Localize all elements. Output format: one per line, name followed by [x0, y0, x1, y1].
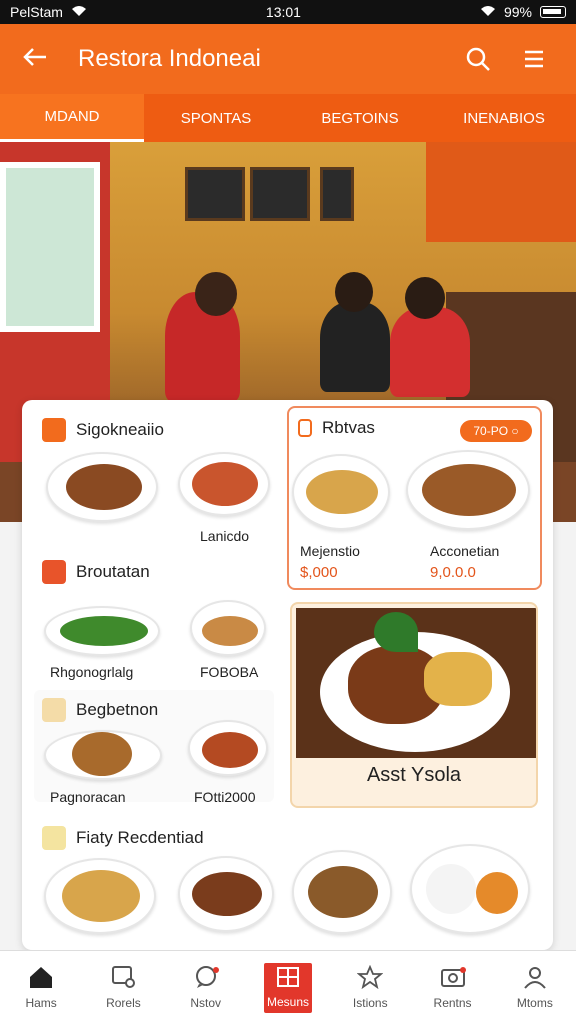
tag-icon	[298, 419, 312, 437]
plane-icon	[42, 418, 66, 442]
nav-chat[interactable]: Nstov	[165, 951, 247, 1024]
dish-label: FOBOBA	[200, 664, 259, 680]
star-icon	[356, 964, 384, 992]
dish-image[interactable]	[44, 858, 156, 934]
dish-price: 9,0.0.0	[430, 564, 476, 581]
dish-image[interactable]	[410, 844, 530, 934]
dish-image[interactable]	[292, 850, 392, 934]
dish-image[interactable]	[44, 606, 160, 656]
featured-dish-photo	[296, 608, 536, 758]
app-bar: Restora Indoneai	[0, 24, 576, 94]
nav-label: Hams	[25, 996, 57, 1010]
dish-label: Pagnoracan	[50, 789, 126, 805]
notification-dot	[459, 967, 466, 973]
home-icon	[28, 965, 54, 992]
dish-image[interactable]	[178, 856, 274, 932]
category-tabs: MDAND SPONTAS BEGTOINS INENABIOS	[0, 94, 576, 142]
nav-home[interactable]: Hams	[0, 951, 82, 1024]
nav-profile[interactable]: Mtoms	[494, 951, 576, 1024]
dish-label: FOtti2000	[194, 789, 256, 805]
dish-image[interactable]	[406, 450, 530, 530]
section-title: Sigokneaiio	[76, 420, 164, 439]
dish-image[interactable]	[190, 600, 266, 656]
dish-image[interactable]	[44, 730, 162, 780]
featured-dish-card[interactable]: Asst Ysola	[290, 602, 538, 808]
nav-label: Istions	[352, 996, 388, 1010]
dish-label: Acconetian	[430, 543, 500, 559]
page-title: Restora Indoneai	[78, 45, 261, 72]
status-badge: 70-PO ○	[460, 420, 532, 442]
tab-mdand[interactable]: MDAND	[0, 94, 144, 142]
nav-stations[interactable]: Istions	[329, 951, 411, 1024]
category-icon	[42, 698, 66, 722]
dish-image[interactable]	[178, 452, 270, 516]
section-title: Rbtvas	[322, 418, 375, 437]
nav-label: Nstov	[190, 996, 222, 1010]
profile-icon	[522, 965, 548, 992]
orders-icon	[110, 965, 136, 992]
section-header: Broutatan	[42, 560, 150, 584]
section-title: Fiaty Recdentiad	[76, 828, 204, 847]
tab-spontas[interactable]: SPONTAS	[144, 94, 288, 142]
section-title: Broutatan	[76, 562, 150, 581]
search-icon[interactable]	[458, 39, 498, 79]
clock: 13:01	[265, 4, 301, 20]
nav-menus[interactable]: Mesuns	[247, 951, 329, 1024]
back-arrow-icon[interactable]	[22, 43, 62, 75]
section-header: Fiaty Recdentiad	[42, 826, 204, 850]
menu-card: Sigokneaiio Lanicdo Rbtvas 70-PO ○ Mejen…	[22, 400, 553, 950]
nav-label: Mesuns	[266, 995, 309, 1009]
nav-active-indicator: Mesuns	[263, 962, 312, 1013]
notification-dot	[212, 967, 219, 973]
dish-image[interactable]	[46, 452, 158, 522]
category-icon	[42, 826, 66, 850]
nav-camera[interactable]: Rentns	[411, 951, 493, 1024]
battery-icon	[540, 6, 566, 18]
menu-icon[interactable]	[514, 39, 554, 79]
section-header: Sigokneaiio	[42, 418, 164, 442]
category-icon	[42, 560, 66, 584]
bottom-nav: Hams Rorels Nstov Mesuns Istions Rentns …	[0, 950, 576, 1024]
section-header: Begbetnon	[42, 698, 158, 722]
dish-image[interactable]	[292, 454, 390, 530]
dish-price: $,000	[300, 564, 338, 581]
nav-label: Rentns	[433, 996, 472, 1010]
status-bar: PelStam 13:01 99%	[0, 0, 576, 24]
featured-dish-name: Asst Ysola	[366, 764, 462, 786]
signal-icon	[480, 4, 496, 20]
dish-label: Rhgonogrlalg	[50, 664, 134, 680]
wifi-icon	[71, 4, 87, 20]
tab-inenabios[interactable]: INENABIOS	[432, 94, 576, 142]
dish-image[interactable]	[188, 720, 268, 776]
nav-label: Rorels	[106, 996, 141, 1010]
carrier-label: PelStam	[10, 4, 63, 20]
dish-label: Mejenstio	[300, 543, 360, 559]
section-header: Rbtvas	[298, 418, 375, 438]
battery-percent: 99%	[503, 4, 532, 20]
tab-begtoins[interactable]: BEGTOINS	[288, 94, 432, 142]
nav-label: Mtoms	[516, 996, 553, 1010]
dish-label: Lanicdo	[200, 528, 250, 544]
section-title: Begbetnon	[76, 700, 159, 719]
menu-book-icon	[276, 966, 300, 991]
nav-orders[interactable]: Rorels	[82, 951, 164, 1024]
